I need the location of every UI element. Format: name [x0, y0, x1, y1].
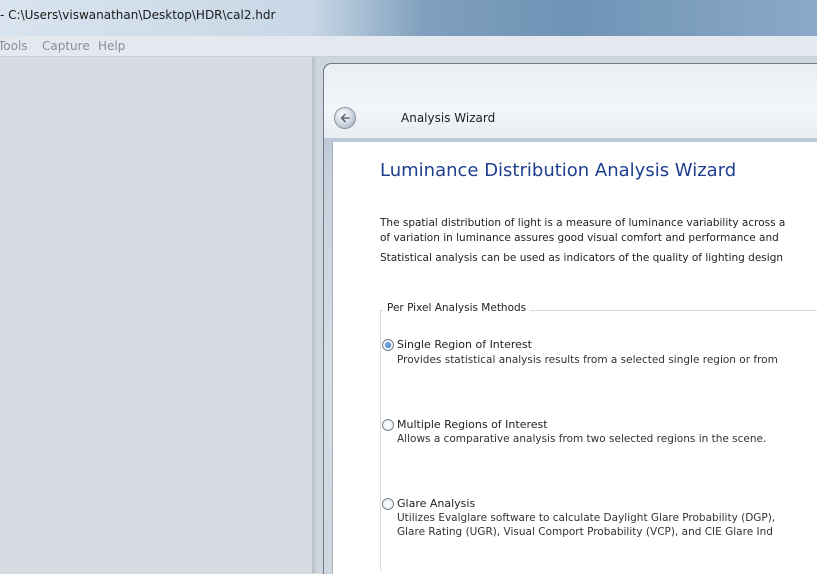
- back-arrow-icon: [340, 113, 350, 123]
- option-glare-analysis-label[interactable]: Glare Analysis: [397, 497, 475, 510]
- radio-single-region[interactable]: [382, 339, 394, 351]
- option-glare-analysis-desc-1: Utilizes Evalglare software to calculate…: [397, 512, 776, 524]
- option-multiple-regions-label[interactable]: Multiple Regions of Interest: [397, 418, 548, 431]
- back-button[interactable]: [334, 107, 356, 129]
- radio-glare-analysis[interactable]: [382, 498, 394, 510]
- analysis-wizard-window: Analysis Wizard Luminance Distribution A…: [323, 63, 817, 574]
- intro-line-2: of variation in luminance assures good v…: [380, 232, 779, 244]
- menu-bar: Tools Capture Help: [0, 36, 817, 57]
- wizard-header: Analysis Wizard: [324, 64, 817, 138]
- window-title: - C:\Users\viswanathan\Desktop\HDR\cal2.…: [0, 8, 276, 22]
- intro-line-3: Statistical analysis can be used as indi…: [380, 252, 784, 264]
- option-glare-analysis-desc-2: Glare Rating (UGR), Visual Comport Proba…: [397, 526, 773, 538]
- wizard-content: Luminance Distribution Analysis Wizard T…: [332, 142, 817, 574]
- menu-tools[interactable]: Tools: [0, 39, 28, 53]
- wizard-window-title: Analysis Wizard: [401, 111, 496, 125]
- intro-line-1: The spatial distribution of light is a m…: [380, 217, 786, 229]
- menu-capture[interactable]: Capture: [42, 39, 90, 53]
- group-label: Per Pixel Analysis Methods: [383, 302, 531, 314]
- radio-multiple-regions[interactable]: [382, 419, 394, 431]
- title-bar: - C:\Users\viswanathan\Desktop\HDR\cal2.…: [0, 0, 817, 36]
- left-pane: [0, 57, 312, 573]
- option-single-region-label[interactable]: Single Region of Interest: [397, 338, 532, 351]
- option-multiple-regions-desc: Allows a comparative analysis from two s…: [397, 433, 767, 445]
- page-title: Luminance Distribution Analysis Wizard: [380, 160, 737, 181]
- option-single-region-desc: Provides statistical analysis results fr…: [397, 354, 778, 366]
- menu-help[interactable]: Help: [98, 39, 125, 53]
